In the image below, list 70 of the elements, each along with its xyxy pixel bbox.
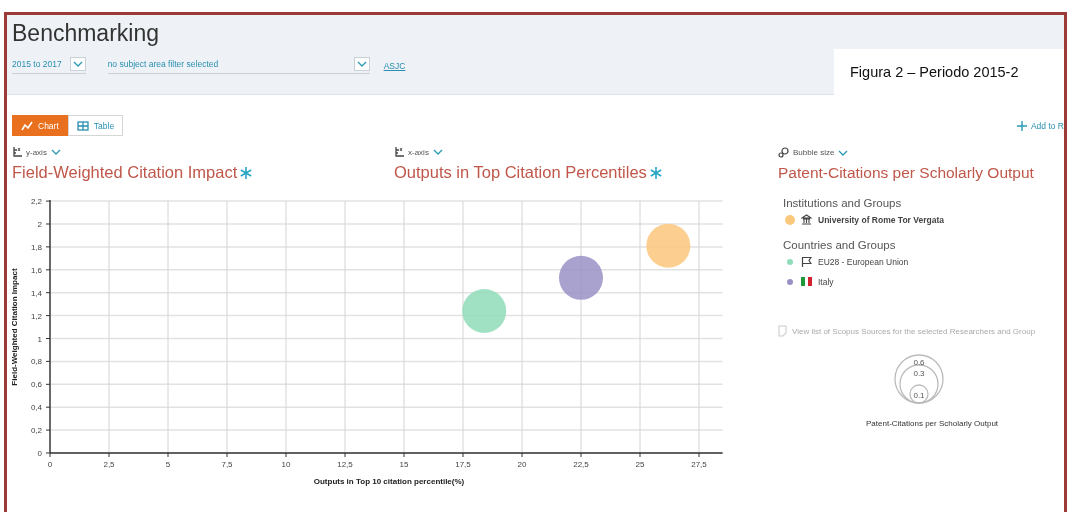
tick-label: 5 <box>165 460 171 469</box>
axis-selector[interactable]: Bubble size <box>778 147 1064 158</box>
tick-label: 22,5 <box>573 460 589 469</box>
tick-label: 12,5 <box>337 460 353 469</box>
legend-label[interactable]: Italy <box>818 276 834 287</box>
tick-label: 1,4 <box>30 288 42 298</box>
chevron-down-icon <box>432 148 443 156</box>
tick-label: 0,4 <box>30 403 42 413</box>
tick-label: 2,2 <box>30 197 42 207</box>
tick-label: 0,8 <box>30 357 42 367</box>
filter-dropdown[interactable]: no subject area filter selected <box>107 57 370 74</box>
tick-label: 1,6 <box>30 265 42 275</box>
snowflake-icon <box>240 166 253 179</box>
view-tab[interactable]: Chart <box>12 115 68 136</box>
tick-label: 1,2 <box>30 311 42 321</box>
axis-title: Outputs in Top Citation Percentiles <box>394 163 647 182</box>
bubble <box>559 255 603 300</box>
legend-heading: Countries and Groups <box>783 239 897 251</box>
legend-label[interactable]: EU28 - European Union <box>818 257 909 267</box>
bubble <box>462 289 507 333</box>
tick-label: 20 <box>517 460 527 469</box>
document-icon <box>778 325 787 337</box>
legend-heading: Institutions and Groups <box>783 197 903 209</box>
size-label: 0.1 <box>913 391 925 400</box>
size-legend-title: Patent-Citations per Scholarly Output <box>866 419 1000 428</box>
tick-label: 0,6 <box>30 380 42 390</box>
axis-selector[interactable]: x-axis <box>394 147 778 157</box>
tick-label: 1 <box>37 334 42 344</box>
chevron-down-icon <box>356 60 367 68</box>
filter-dropdown[interactable]: 2015 to 2017 <box>12 57 86 74</box>
tick-label: 15 <box>399 460 409 469</box>
add-link[interactable]: Add to R <box>1016 120 1064 131</box>
flag-icon <box>801 256 812 268</box>
tick-label: 1,8 <box>30 242 42 252</box>
tick-label: 7,5 <box>221 460 233 469</box>
y-axis-label: Field-Weighted Citation Impact <box>10 268 19 386</box>
x-axis-label: Outputs in Top 10 citation percentile(%) <box>313 477 465 486</box>
flag-icon <box>801 276 812 287</box>
filter-link[interactable]: ASJC <box>383 60 406 71</box>
tick-label: 2,5 <box>103 460 115 469</box>
page-title: Benchmarking <box>12 19 161 47</box>
size-label: 0.3 <box>913 369 925 378</box>
axis-title: Field-Weighted Citation Impact <box>12 163 238 182</box>
chevron-down-icon <box>50 148 61 156</box>
tick-label: 27,5 <box>691 460 707 469</box>
tick-label: 17,5 <box>455 460 471 469</box>
size-label: 0.6 <box>913 358 925 367</box>
tick-label: 0 <box>47 460 53 469</box>
tick-label: 0 <box>37 449 42 458</box>
grid-icon <box>76 120 89 131</box>
chevron-down-icon <box>838 148 849 157</box>
building-icon <box>801 214 812 225</box>
axis-title: Patent-Citations per Scholarly Output <box>778 164 1034 182</box>
axis-icon <box>12 147 22 157</box>
axis-selector[interactable]: y-axis <box>12 147 394 157</box>
axis-icon <box>394 147 404 157</box>
chevron-down-icon <box>72 60 83 68</box>
legend-label[interactable]: University of Rome Tor Vergata <box>818 214 944 225</box>
plus-icon <box>1016 120 1027 131</box>
snowflake-icon <box>649 166 662 179</box>
view-tab[interactable]: Table <box>67 115 124 136</box>
tick-label: 25 <box>635 460 645 469</box>
figure-caption: Figura 2 – Periodo 2015-2 <box>834 49 1064 95</box>
bubbles-icon <box>778 147 789 158</box>
tick-label: 10 <box>281 460 291 469</box>
tick-label: 0,2 <box>30 426 42 436</box>
line-chart-icon <box>21 120 33 131</box>
tick-label: 2 <box>37 220 42 229</box>
bubble <box>646 223 691 268</box>
sources-link[interactable]: View list of Scopus Sources for the selected Researchers and Group <box>792 326 1036 336</box>
